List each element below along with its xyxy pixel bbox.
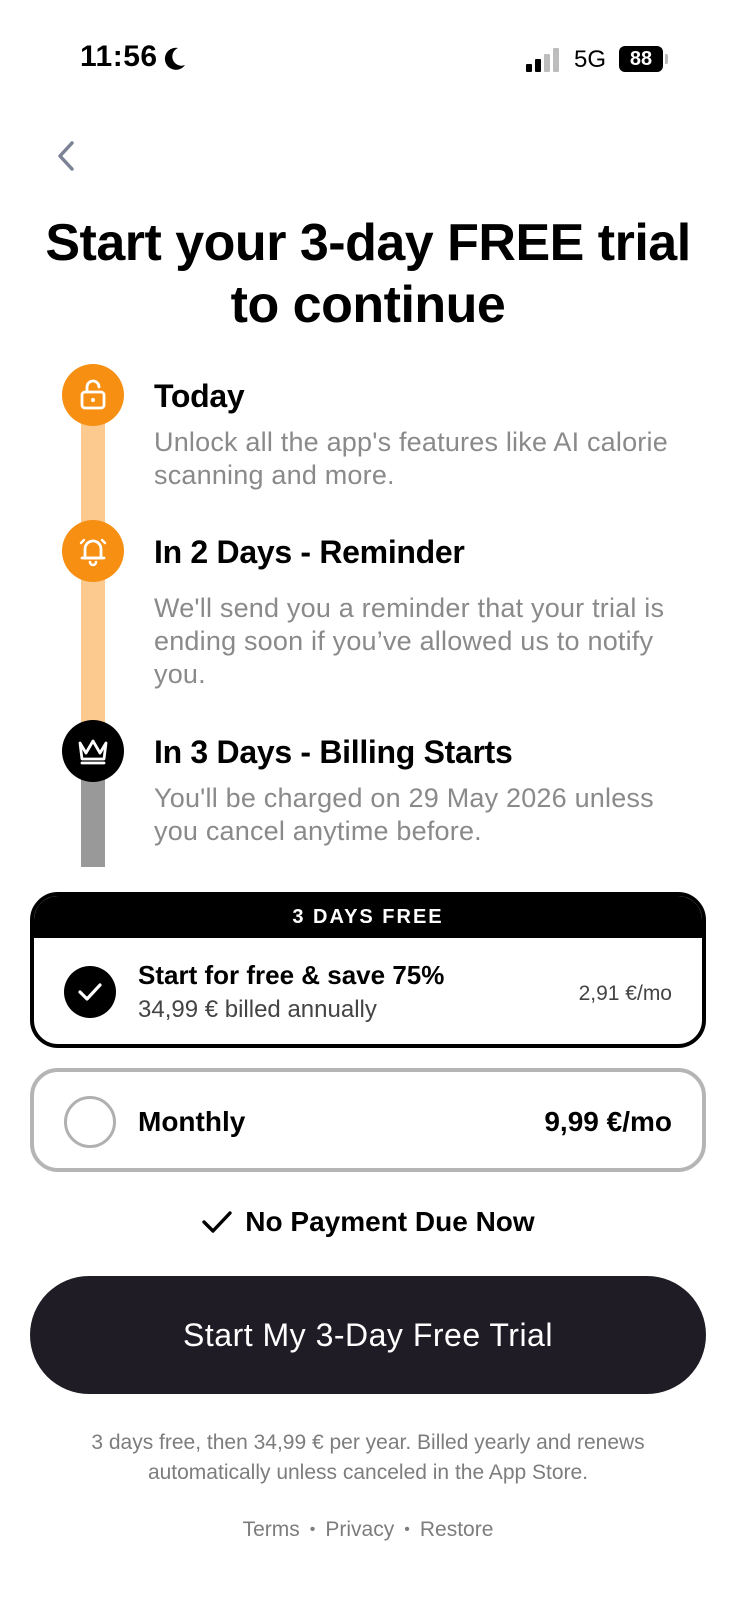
plan-annual-subtitle: 34,99 € billed annually	[138, 996, 377, 1023]
plan-monthly-title: Monthly	[138, 1106, 246, 1137]
timeline-step-description: You'll be charged on 29 May 2026 unless …	[154, 783, 654, 846]
timeline-step-title: Today	[154, 378, 245, 414]
footer-links: Terms • Privacy • Restore	[0, 1518, 736, 1542]
network-label: 5G	[574, 46, 607, 73]
selected-radio	[64, 966, 116, 1018]
signal-icon	[526, 48, 559, 72]
billing-disclaimer: 3 days free, then 34,99 € per year. Bill…	[91, 1431, 645, 1484]
timeline-step-reminder-icon	[62, 520, 124, 582]
status-time: 11:56	[80, 40, 158, 73]
timeline-step-description: Unlock all the app's features like AI ca…	[154, 427, 668, 490]
plan-monthly-option[interactable]: Monthly 9,99 €/mo	[30, 1068, 706, 1172]
terms-link[interactable]: Terms	[243, 1518, 300, 1542]
privacy-link[interactable]: Privacy	[325, 1518, 394, 1542]
unselected-radio	[64, 1096, 116, 1148]
bell-icon	[79, 538, 107, 567]
checkmark-icon	[78, 983, 102, 1001]
unlock-icon	[80, 379, 106, 410]
timeline-step-today-icon	[62, 364, 124, 426]
battery-tip	[665, 54, 668, 64]
timeline-step-billing-icon	[62, 720, 124, 782]
plan-monthly-price: 9,99 €/mo	[544, 1106, 672, 1137]
restore-link[interactable]: Restore	[420, 1518, 494, 1542]
no-payment-notice: No Payment Due Now	[0, 1206, 736, 1238]
plan-annual-price: 2,91 €/mo	[578, 982, 672, 1005]
timeline-step-title: In 3 Days - Billing Starts	[154, 734, 513, 770]
separator-dot: •	[309, 1521, 316, 1538]
timeline-step-title: In 2 Days - Reminder	[154, 534, 465, 570]
battery-indicator: 88	[619, 46, 663, 72]
moon-icon	[164, 47, 185, 70]
free-trial-badge: 3 DAYS FREE	[34, 896, 702, 938]
separator-dot: •	[404, 1521, 410, 1538]
plan-annual-option[interactable]: 3 DAYS FREE Start for free & save 75% 34…	[30, 892, 706, 1048]
crown-icon	[78, 739, 108, 765]
checkmark-icon	[202, 1211, 232, 1233]
back-button[interactable]	[46, 136, 86, 176]
no-payment-text: No Payment Due Now	[245, 1206, 535, 1237]
chevron-left-icon	[58, 141, 74, 171]
start-trial-button[interactable]: Start My 3-Day Free Trial	[30, 1276, 706, 1394]
timeline-step-description: We'll send you a reminder that your tria…	[154, 593, 665, 689]
plan-annual-title: Start for free & save 75%	[138, 960, 445, 990]
page-title: Start your 3-day FREE trial to continue	[45, 214, 691, 334]
status-bar: 11:56 5G 88	[0, 0, 736, 120]
